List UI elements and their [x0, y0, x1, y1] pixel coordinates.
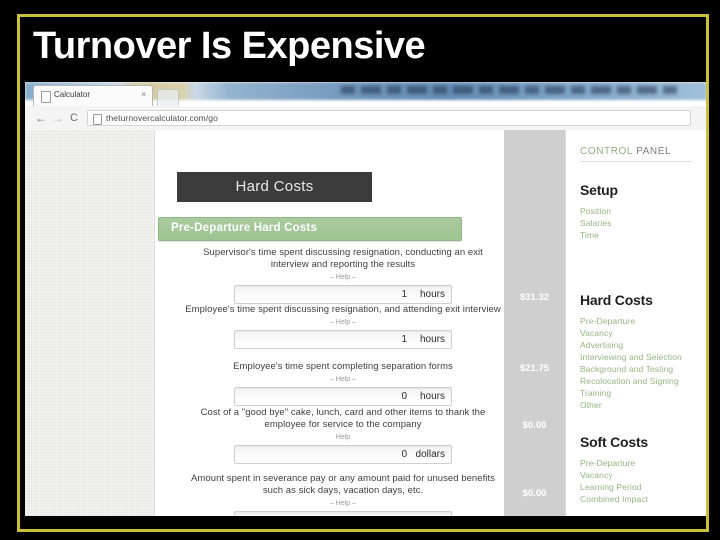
form-row: Employee's time spent discussing resigna…: [183, 304, 503, 349]
form-row-value: 1: [401, 289, 407, 300]
form-row-value: 0: [401, 449, 407, 460]
form-row-input[interactable]: 0 hours: [234, 387, 452, 406]
section-title-hard-costs: Hard Costs: [177, 172, 372, 202]
browser-tabbar: Calculator ×: [25, 82, 707, 106]
control-panel-link[interactable]: Vacancy: [580, 470, 613, 480]
results-column: $31.32 $21.75 $0.00 $0.00: [504, 130, 565, 516]
close-icon[interactable]: ×: [141, 90, 146, 100]
form-row-unit: hours: [419, 334, 445, 345]
result-amount: $21.75: [519, 363, 550, 374]
form-row: Cost of a "good bye" cake, lunch, card a…: [183, 407, 503, 464]
form-row-unit: hours: [419, 289, 445, 300]
address-bar-url: theturnovercalculator.com/go: [106, 113, 218, 123]
form-row-value: 0: [401, 391, 407, 402]
form-row-label: Employee's time spent completing separat…: [233, 361, 453, 372]
form-row-label: Supervisor's time spent discussing resig…: [203, 247, 483, 270]
new-tab-button[interactable]: [157, 89, 179, 106]
reload-icon[interactable]: C: [70, 112, 78, 124]
form-row-input[interactable]: 1 hours: [234, 330, 452, 349]
help-link[interactable]: – Help –: [183, 500, 503, 507]
control-panel-group-title: Soft Costs: [580, 434, 649, 450]
help-link[interactable]: – Help –: [183, 274, 503, 281]
browser-toolbar: ← → C theturnovercalculator.com/go: [25, 106, 707, 131]
page-title: Turnover Is Expensive: [33, 25, 426, 67]
form-row-input[interactable]: [234, 511, 452, 516]
control-panel-link[interactable]: Pre-Departure: [580, 458, 635, 468]
slide: Turnover Is Expensive Calculator × ← → C…: [0, 0, 720, 540]
form-row-input[interactable]: 0 dollars: [234, 445, 452, 464]
control-panel-link[interactable]: Combined Impact: [580, 494, 648, 504]
control-panel-heading: CONTROL PANEL: [580, 146, 671, 157]
browser-tab-label: Calculator: [54, 90, 91, 99]
browser-screenshot: Calculator × ← → C theturnovercalculator…: [25, 82, 707, 516]
control-panel-link[interactable]: Advertising: [580, 340, 623, 350]
browser-tab[interactable]: Calculator ×: [33, 85, 153, 106]
control-panel-link[interactable]: Salaries: [580, 218, 612, 228]
form-row-label: Cost of a "good bye" cake, lunch, card a…: [200, 407, 486, 430]
control-panel: CONTROL PANEL Setup Position Salaries Time H…: [566, 130, 707, 516]
page-favicon-icon: [41, 91, 51, 103]
control-panel-link[interactable]: Interviewing and Selection: [580, 352, 682, 362]
subsection-label: Pre-Departure Hard Costs: [171, 222, 318, 234]
form-row-unit: dollars: [415, 449, 445, 460]
page-info-icon: [93, 114, 102, 125]
control-panel-heading-a: CONTROL: [580, 146, 633, 157]
form-row-input[interactable]: 1 hours: [234, 285, 452, 304]
form-row-label: Employee's time spent discussing resigna…: [185, 304, 501, 315]
calculator-card: Hard Costs Pre-Departure Hard Costs Supe…: [155, 130, 565, 516]
control-panel-link[interactable]: Training: [580, 388, 611, 398]
control-panel-link[interactable]: Time: [580, 230, 599, 240]
control-panel-link[interactable]: Learning Period: [580, 482, 642, 492]
result-amount: $0.00: [522, 488, 547, 499]
result-amount: $0.00: [522, 420, 547, 431]
control-panel-divider: [580, 161, 692, 162]
address-bar[interactable]: theturnovercalculator.com/go: [87, 110, 691, 126]
help-link[interactable]: – Help –: [183, 376, 503, 383]
control-panel-link[interactable]: Other: [580, 400, 602, 410]
control-panel-link[interactable]: Recolocation and Signing: [580, 376, 679, 386]
control-panel-link[interactable]: Background and Testing: [580, 364, 673, 374]
help-link[interactable]: – Help –: [183, 319, 503, 326]
form-row-label: Amount spent in severance pay or any amo…: [191, 473, 495, 496]
forward-arrow-icon[interactable]: →: [52, 112, 64, 124]
back-arrow-icon[interactable]: ←: [35, 112, 47, 124]
control-panel-link[interactable]: Pre-Departure: [580, 316, 635, 326]
subsection-banner-pre-departure: Pre-Departure Hard Costs: [158, 217, 462, 241]
control-panel-heading-b: PANEL: [632, 146, 672, 157]
web-page: Hard Costs Pre-Departure Hard Costs Supe…: [25, 130, 707, 516]
control-panel-group-title: Setup: [580, 182, 618, 198]
form-row-unit: hours: [419, 391, 445, 402]
control-panel-link[interactable]: Position: [580, 206, 611, 216]
form-row-value: 1: [401, 334, 407, 345]
form-row: Employee's time spent completing separat…: [183, 361, 503, 406]
control-panel-link[interactable]: Vacancy: [580, 328, 613, 338]
control-panel-group-title: Hard Costs: [580, 292, 653, 308]
form-row: Amount spent in severance pay or any amo…: [183, 473, 503, 516]
help-link[interactable]: Help: [183, 434, 503, 441]
result-amount: $31.32: [519, 292, 550, 303]
form-row: Supervisor's time spent discussing resig…: [183, 247, 503, 304]
